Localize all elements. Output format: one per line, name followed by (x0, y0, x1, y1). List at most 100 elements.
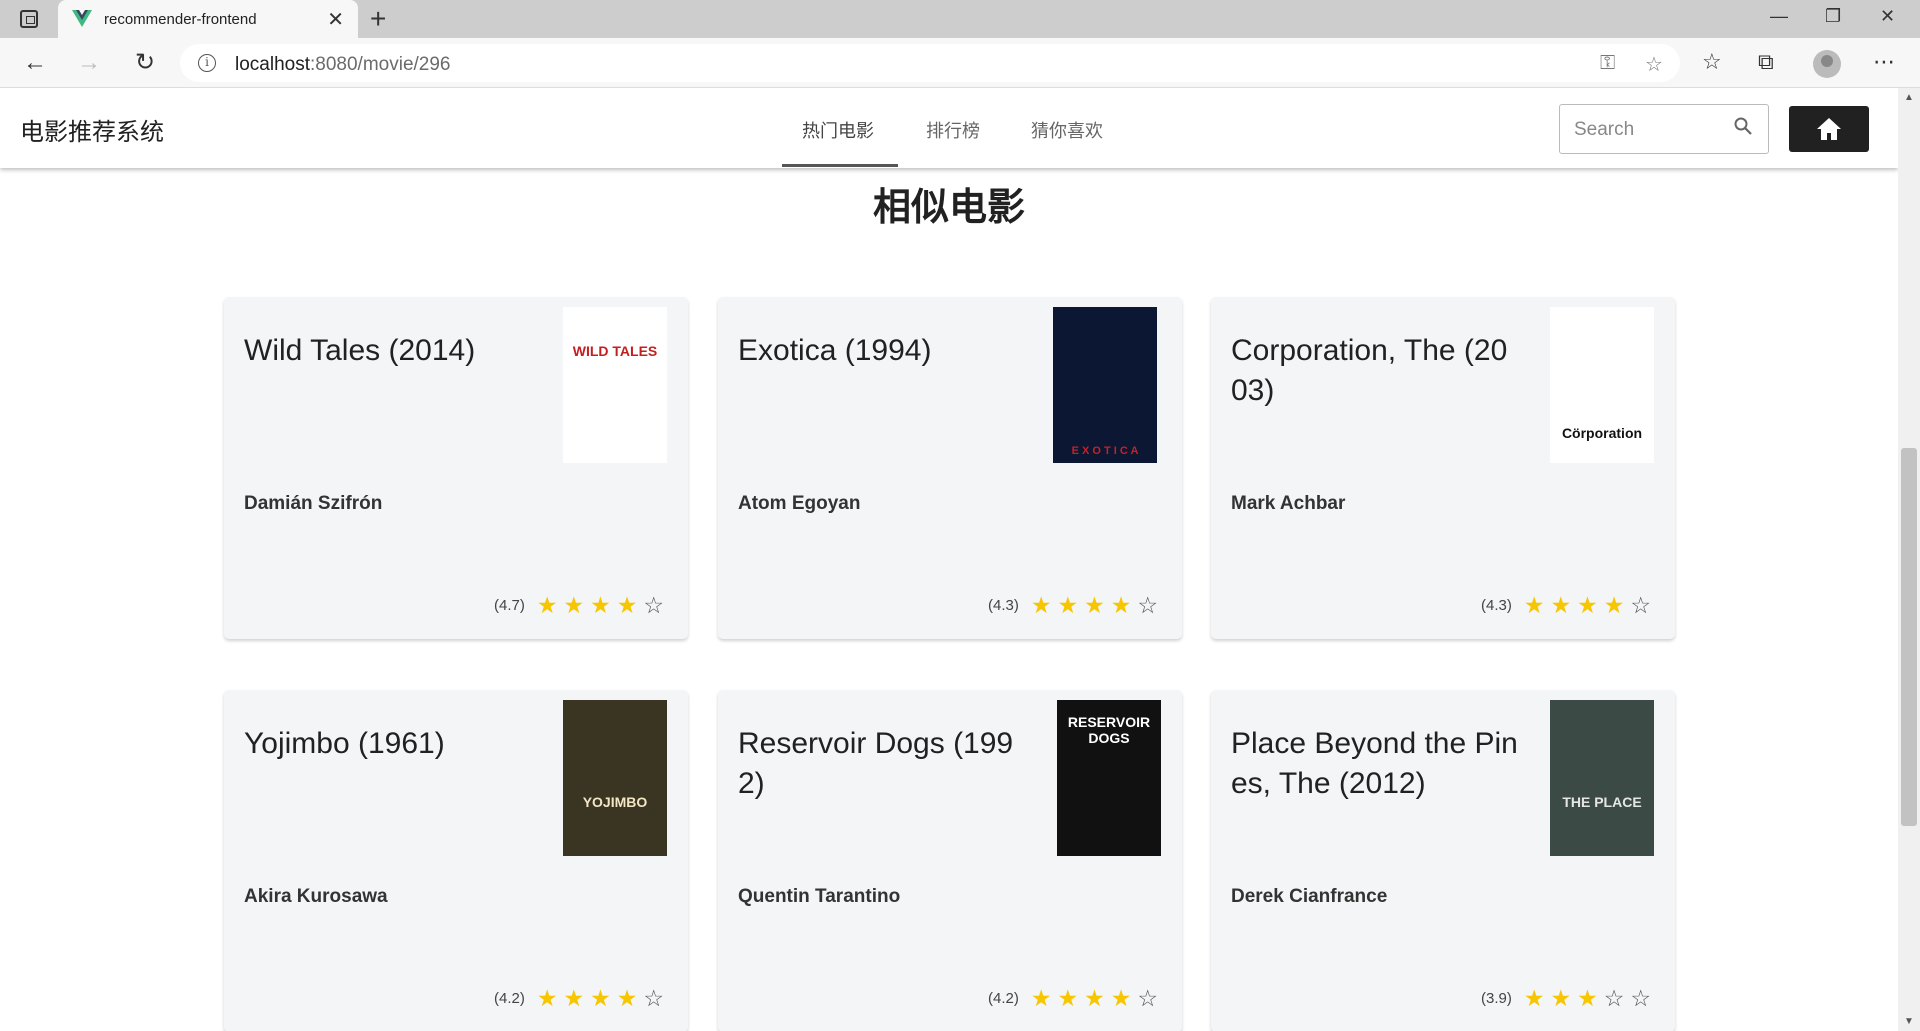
movie-card[interactable]: Corporation, The (2003) Cörporation Mark A… (1211, 297, 1675, 639)
star-filled-icon[interactable]: ★ (1551, 594, 1572, 617)
star-empty-icon[interactable]: ☆ (1137, 987, 1158, 1010)
rating-value: (4.2) (494, 990, 525, 1007)
rating: (4.2) ★ ★ ★ ★ ☆ (494, 987, 664, 1010)
site-info-icon[interactable]: i (198, 54, 216, 72)
movie-title[interactable]: Corporation, The (2003) (1231, 331, 1521, 411)
star-filled-icon[interactable]: ★ (1084, 987, 1105, 1010)
profile-avatar[interactable] (1813, 50, 1841, 78)
star-filled-icon[interactable]: ★ (590, 987, 611, 1010)
search-placeholder: Search (1574, 119, 1635, 140)
star-filled-icon[interactable]: ★ (1551, 987, 1572, 1010)
movie-title[interactable]: Yojimbo (1961) (244, 724, 534, 764)
star-empty-icon[interactable]: ☆ (643, 987, 664, 1010)
movie-card[interactable]: Place Beyond the Pines, The (2012) THE PL… (1211, 690, 1675, 1031)
refresh-icon[interactable]: ↻ (130, 48, 160, 78)
star-filled-icon[interactable]: ★ (1524, 987, 1545, 1010)
poster-text: YOJIMBO (582, 794, 648, 810)
star-filled-icon[interactable]: ★ (590, 594, 611, 617)
movie-poster[interactable]: THE PLACE (1550, 700, 1654, 856)
star-filled-icon[interactable]: ★ (1604, 594, 1625, 617)
rating: (4.3) ★ ★ ★ ★ ☆ (1481, 594, 1651, 617)
movie-poster[interactable]: Cörporation (1550, 307, 1654, 463)
address-bar[interactable]: i localhost:8080/movie/296 ⚿ ☆ (180, 44, 1680, 82)
movie-card[interactable]: Exotica (1994) E X O T I C A Atom Egoyan (4… (718, 297, 1182, 639)
page-viewport: 电影推荐系统 热门电影 排行榜 猜你喜欢 Search 相似电影 Wild Ta… (0, 88, 1898, 1031)
movie-poster[interactable]: WILD TALES (563, 307, 667, 463)
url-text[interactable]: localhost:8080/movie/296 (235, 54, 451, 76)
star-filled-icon[interactable]: ★ (1524, 594, 1545, 617)
movie-director: Atom Egoyan (738, 493, 861, 514)
url-host: localhost (235, 54, 310, 75)
movie-title[interactable]: Exotica (1994) (738, 331, 1028, 371)
star-empty-icon[interactable]: ☆ (643, 594, 664, 617)
scroll-down-icon[interactable]: ▼ (1904, 1016, 1914, 1027)
app-bar: 电影推荐系统 热门电影 排行榜 猜你喜欢 Search (0, 88, 1898, 168)
tab-close-icon[interactable]: ✕ (327, 7, 344, 32)
star-filled-icon[interactable]: ★ (1111, 594, 1132, 617)
key-icon[interactable]: ⚿ (1600, 52, 1615, 75)
star-empty-icon[interactable]: ☆ (1630, 987, 1651, 1010)
poster-text: THE PLACE (1562, 794, 1642, 810)
star-filled-icon[interactable]: ★ (617, 594, 638, 617)
movie-poster[interactable]: RESERVOIR DOGS (1057, 700, 1161, 856)
tab-rankings[interactable]: 排行榜 (926, 117, 980, 143)
movie-poster[interactable]: E X O T I C A (1053, 307, 1157, 463)
star-filled-icon[interactable]: ★ (1577, 987, 1598, 1010)
add-favorite-icon[interactable]: ☆ (1645, 52, 1663, 77)
star-filled-icon[interactable]: ★ (1084, 594, 1105, 617)
forward-icon[interactable]: → (74, 48, 104, 78)
star-empty-icon[interactable]: ☆ (1137, 594, 1158, 617)
poster-text: RESERVOIR DOGS (1067, 714, 1151, 746)
rating: (3.9) ★ ★ ★ ☆ ☆ (1481, 987, 1651, 1010)
close-window-icon[interactable]: ✕ (1880, 6, 1895, 27)
window-menu-icon[interactable] (20, 10, 38, 28)
poster-text: E X O T I C A (1071, 445, 1139, 457)
star-filled-icon[interactable]: ★ (617, 987, 638, 1010)
star-filled-icon[interactable]: ★ (1111, 987, 1132, 1010)
movie-director: Damián Szifrón (244, 493, 383, 514)
back-icon[interactable]: ← (20, 48, 50, 78)
search-input[interactable]: Search (1559, 104, 1769, 154)
movie-title[interactable]: Place Beyond the Pines, The (2012) (1231, 724, 1521, 804)
more-icon[interactable]: ⋯ (1873, 49, 1895, 75)
star-filled-icon[interactable]: ★ (1058, 987, 1079, 1010)
browser-toolbar: ← → ↻ i localhost:8080/movie/296 ⚿ ☆ ☆ ⧉… (0, 38, 1920, 88)
browser-tab[interactable]: recommender-frontend ✕ (58, 0, 358, 38)
new-tab-icon[interactable]: + (370, 3, 386, 35)
star-filled-icon[interactable]: ★ (537, 987, 558, 1010)
tab-hot-movies[interactable]: 热门电影 (802, 117, 874, 143)
section-title: 相似电影 (872, 187, 1025, 229)
star-empty-icon[interactable]: ☆ (1630, 594, 1651, 617)
movie-card[interactable]: Reservoir Dogs (1992) RESERVOIR DOGS Quent… (718, 690, 1182, 1031)
minimize-icon[interactable]: — (1770, 6, 1788, 27)
movie-title[interactable]: Wild Tales (2014) (244, 331, 534, 371)
star-filled-icon[interactable]: ★ (537, 594, 558, 617)
star-filled-icon[interactable]: ★ (564, 987, 585, 1010)
active-tab-indicator (782, 164, 898, 167)
tab-title: recommender-frontend (104, 11, 257, 28)
rating: (4.3) ★ ★ ★ ★ ☆ (988, 594, 1158, 617)
star-filled-icon[interactable]: ★ (564, 594, 585, 617)
restore-icon[interactable]: ❐ (1825, 6, 1841, 27)
star-filled-icon[interactable]: ★ (1031, 987, 1052, 1010)
star-filled-icon[interactable]: ★ (1058, 594, 1079, 617)
rating-value: (4.3) (1481, 597, 1512, 614)
scroll-thumb[interactable] (1901, 448, 1917, 826)
rating-value: (4.2) (988, 990, 1019, 1007)
movie-card[interactable]: Wild Tales (2014) WILD TALES Damián Szifró… (224, 297, 688, 639)
vertical-scrollbar[interactable]: ▲ ▼ (1898, 88, 1920, 1031)
collections-icon[interactable]: ⧉ (1758, 49, 1774, 75)
movie-card[interactable]: Yojimbo (1961) YOJIMBO Akira Kurosawa (4.2)… (224, 690, 688, 1031)
star-empty-icon[interactable]: ☆ (1604, 987, 1625, 1010)
home-button[interactable] (1789, 106, 1869, 152)
scroll-up-icon[interactable]: ▲ (1904, 92, 1914, 103)
rating-value: (4.3) (988, 597, 1019, 614)
search-icon[interactable] (1734, 117, 1752, 135)
tab-guess-you-like[interactable]: 猜你喜欢 (1031, 117, 1103, 143)
star-filled-icon[interactable]: ★ (1031, 594, 1052, 617)
movie-title[interactable]: Reservoir Dogs (1992) (738, 724, 1028, 804)
favorites-icon[interactable]: ☆ (1702, 49, 1722, 75)
movie-poster[interactable]: YOJIMBO (563, 700, 667, 856)
star-filled-icon[interactable]: ★ (1577, 594, 1598, 617)
movie-director: Akira Kurosawa (244, 886, 388, 907)
